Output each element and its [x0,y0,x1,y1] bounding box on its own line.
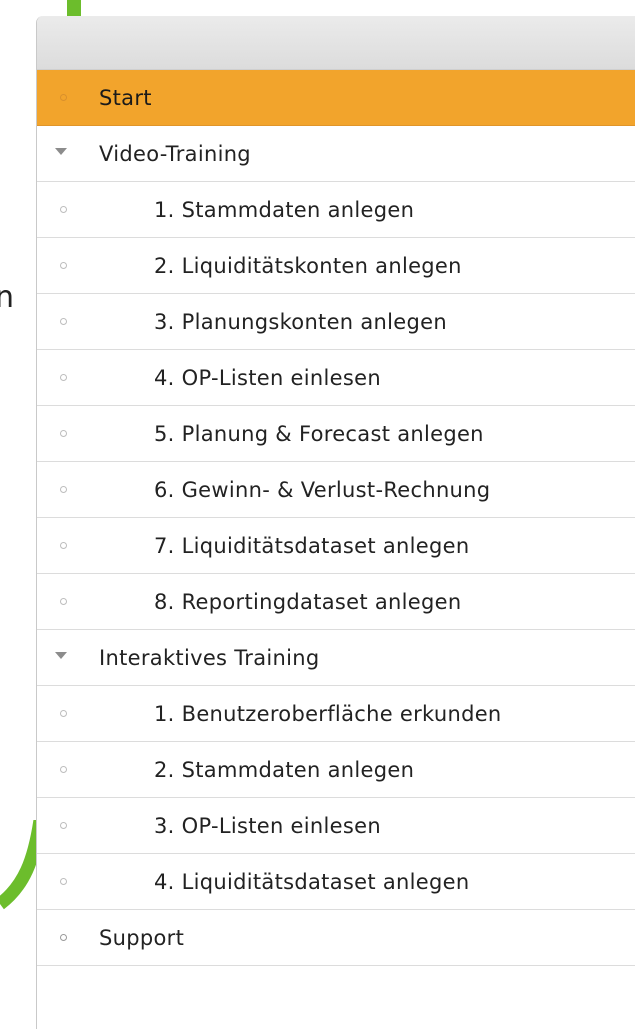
background-text-fragment: n [0,280,14,315]
nav-item-label: 2. Stammdaten anlegen [154,757,415,782]
nav-item-1-benutzeroberfläche-erkunden[interactable]: 1. Benutzeroberfläche erkunden [37,686,635,742]
nav-item-2-liquiditätskonten-anlegen[interactable]: 2. Liquiditätskonten anlegen [37,238,635,294]
bullet-circle-icon [60,430,67,437]
bullet-circle-icon [60,262,67,269]
nav-item-4-op-listen-einlesen[interactable]: 4. OP-Listen einlesen [37,350,635,406]
nav-item-label: 1. Stammdaten anlegen [154,197,415,222]
panel-header [37,16,635,70]
nav-item-label: 6. Gewinn- & Verlust-Rechnung [154,477,491,502]
bullet-circle-icon [60,598,67,605]
nav-item-label: 4. Liquiditätsdataset anlegen [154,869,470,894]
bullet-circle-icon [60,318,67,325]
nav-item-3-op-listen-einlesen[interactable]: 3. OP-Listen einlesen [37,798,635,854]
nav-item-label: 7. Liquiditätsdataset anlegen [154,533,470,558]
nav-item-label: Video-Training [99,141,251,166]
nav-item-label: 3. Planungskonten anlegen [154,309,447,334]
nav-item-label: 2. Liquiditätskonten anlegen [154,253,462,278]
bullet-circle-icon [60,374,67,381]
bullet-circle-icon [60,710,67,717]
bullet-circle-icon [60,94,67,101]
nav-item-6-gewinn-verlust-rechnung[interactable]: 6. Gewinn- & Verlust-Rechnung [37,462,635,518]
nav-item-8-reportingdataset-anlegen[interactable]: 8. Reportingdataset anlegen [37,574,635,630]
nav-item-label: Start [99,85,152,110]
nav-tree: Start Video-Training 1. Stammdaten anlegen… [37,70,635,966]
nav-item-support[interactable]: Support [37,910,635,966]
nav-group-interaktives-training[interactable]: Interaktives Training [37,630,635,686]
nav-group-video-training[interactable]: Video-Training [37,126,635,182]
nav-item-label: Support [99,925,185,950]
bullet-circle-icon [60,206,67,213]
bullet-circle-icon [60,878,67,885]
nav-item-label: 1. Benutzeroberfläche erkunden [154,701,502,726]
nav-item-7-liquiditätsdataset-anlegen[interactable]: 7. Liquiditätsdataset anlegen [37,518,635,574]
bullet-circle-icon [60,934,67,941]
nav-item-5-planung-forecast-anlegen[interactable]: 5. Planung & Forecast anlegen [37,406,635,462]
bullet-circle-icon [60,766,67,773]
nav-item-label: Interaktives Training [99,645,320,670]
bullet-circle-icon [60,542,67,549]
navigation-panel: Start Video-Training 1. Stammdaten anlegen… [36,16,635,1029]
nav-item-2-stammdaten-anlegen[interactable]: 2. Stammdaten anlegen [37,742,635,798]
nav-item-label: 4. OP-Listen einlesen [154,365,381,390]
expand-triangle-icon [55,147,67,155]
nav-item-label: 8. Reportingdataset anlegen [154,589,462,614]
nav-item-4-liquiditätsdataset-anlegen[interactable]: 4. Liquiditätsdataset anlegen [37,854,635,910]
nav-item-label: 3. OP-Listen einlesen [154,813,381,838]
bullet-circle-icon [60,486,67,493]
nav-item-start[interactable]: Start [37,70,635,126]
nav-item-1-stammdaten-anlegen[interactable]: 1. Stammdaten anlegen [37,182,635,238]
bullet-circle-icon [60,822,67,829]
nav-item-label: 5. Planung & Forecast anlegen [154,421,484,446]
expand-triangle-icon [55,651,67,659]
nav-item-3-planungskonten-anlegen[interactable]: 3. Planungskonten anlegen [37,294,635,350]
